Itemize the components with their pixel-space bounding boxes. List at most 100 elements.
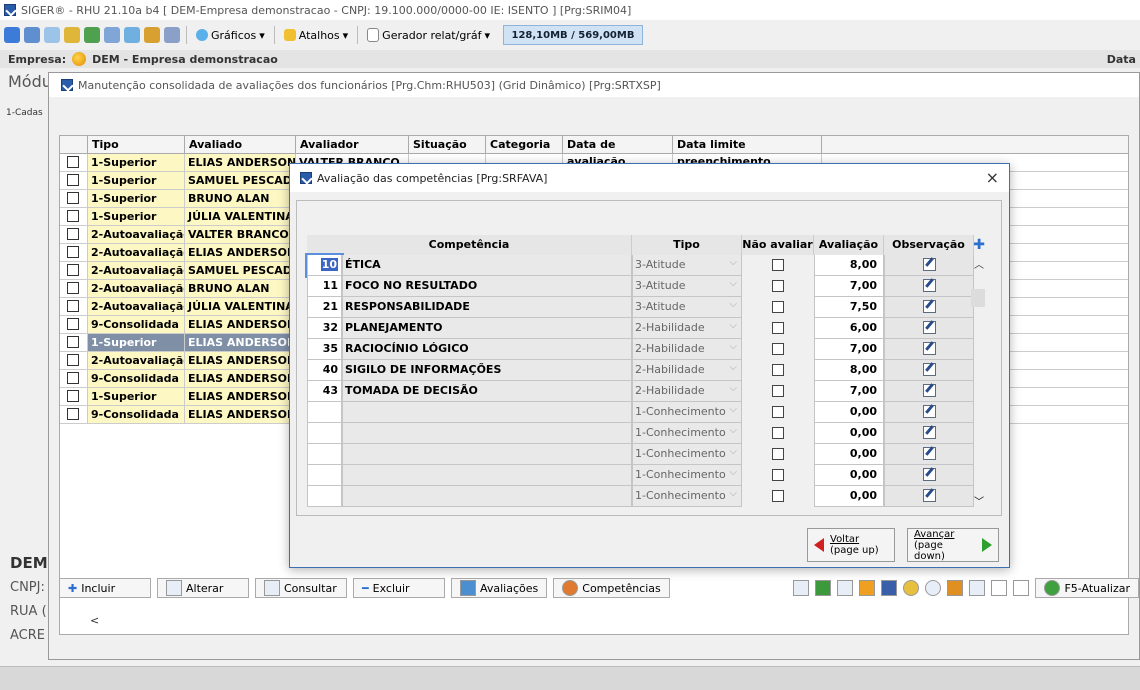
edit-note-icon[interactable] [922, 489, 936, 502]
row-select[interactable] [60, 262, 88, 279]
coin-icon[interactable] [903, 580, 920, 596]
row-select[interactable] [60, 280, 88, 297]
gerador-menu[interactable]: Gerador relat/gráf ▾ [364, 28, 493, 42]
scroll-left-icon[interactable]: < [90, 614, 99, 627]
edit-note-icon[interactable] [922, 384, 936, 397]
settings-tree-icon[interactable] [44, 27, 60, 43]
competencia-row[interactable]: 40SIGILO DE INFORMAÇÕES2-Habilidade 8,00 [307, 360, 987, 381]
competencia-code-input[interactable] [307, 402, 342, 423]
row-checkbox[interactable] [67, 336, 79, 348]
competencia-code-input[interactable]: 35 [307, 339, 342, 360]
competencia-code-input[interactable] [307, 465, 342, 486]
consultar-button[interactable]: Consultar [255, 578, 347, 598]
edit-note-icon[interactable] [922, 342, 936, 355]
avaliacoes-button[interactable]: Avaliações [451, 578, 548, 598]
avaliacao-input[interactable]: 0,00 [814, 465, 884, 486]
avancar-button[interactable]: Avançar (page down) [907, 528, 999, 562]
edit-note-icon[interactable] [922, 258, 936, 271]
row-checkbox[interactable] [67, 246, 79, 258]
row-select[interactable] [60, 352, 88, 369]
row-checkbox[interactable] [67, 372, 79, 384]
scroll-thumb[interactable] [971, 289, 985, 307]
tipo-select[interactable]: 3-Atitude [632, 276, 742, 297]
row-select[interactable] [60, 154, 88, 171]
excluir-button[interactable]: ━ Excluir [353, 578, 445, 598]
row-select[interactable] [60, 244, 88, 261]
nao-avaliar-checkbox[interactable] [772, 427, 784, 439]
row-checkbox[interactable] [67, 354, 79, 366]
calculator-icon[interactable] [24, 27, 40, 43]
avaliacao-input[interactable]: 7,00 [814, 276, 884, 297]
tipo-select[interactable]: 3-Atitude [632, 297, 742, 318]
grid-header-avaliador[interactable]: Avaliador [296, 136, 409, 153]
check-all-icon[interactable] [991, 580, 1008, 596]
nao-avaliar-checkbox[interactable] [772, 364, 784, 376]
report-icon[interactable] [859, 580, 876, 596]
chat-icon[interactable] [124, 27, 140, 43]
link-icon[interactable] [793, 580, 810, 596]
grid-header-avaliado[interactable]: Avaliado [185, 136, 296, 153]
scroll-up-icon[interactable]: ︿ [971, 256, 987, 271]
cube-icon[interactable] [947, 580, 964, 596]
avaliacao-input[interactable]: 8,00 [814, 255, 884, 276]
scroll-down-icon[interactable]: ﹀ [971, 493, 987, 508]
row-checkbox[interactable] [67, 318, 79, 330]
avaliacao-input[interactable]: 8,00 [814, 360, 884, 381]
edit-note-icon[interactable] [922, 468, 936, 481]
competencia-row[interactable]: 35RACIOCÍNIO LÓGICO2-Habilidade 7,00 [307, 339, 987, 360]
document-icon[interactable] [837, 580, 854, 596]
competencia-row[interactable]: 1-Conhecimento 0,00 [307, 465, 987, 486]
edit-note-icon[interactable] [922, 426, 936, 439]
tipo-select[interactable]: 2-Habilidade [632, 339, 742, 360]
atualizar-button[interactable]: F5-Atualizar [1035, 578, 1139, 598]
tipo-select[interactable]: 2-Habilidade [632, 318, 742, 339]
row-checkbox[interactable] [67, 300, 79, 312]
row-checkbox[interactable] [67, 192, 79, 204]
nao-avaliar-checkbox[interactable] [772, 406, 784, 418]
alterar-button[interactable]: Alterar [157, 578, 249, 598]
edit-note-icon[interactable] [922, 300, 936, 313]
row-select[interactable] [60, 406, 88, 423]
competencia-row[interactable]: 32PLANEJAMENTO2-Habilidade 6,00 [307, 318, 987, 339]
row-select[interactable] [60, 388, 88, 405]
nao-avaliar-checkbox[interactable] [772, 322, 784, 334]
avaliacao-input[interactable]: 6,00 [814, 318, 884, 339]
row-select[interactable] [60, 190, 88, 207]
row-select[interactable] [60, 370, 88, 387]
competencia-row[interactable]: 1-Conhecimento 0,00 [307, 423, 987, 444]
avaliacao-input[interactable]: 7,00 [814, 339, 884, 360]
row-checkbox[interactable] [67, 228, 79, 240]
grid-header-data-limite[interactable]: Data limite preenchimento [673, 136, 822, 168]
edit-note-icon[interactable] [922, 447, 936, 460]
nao-avaliar-checkbox[interactable] [772, 301, 784, 313]
mail-icon[interactable] [104, 27, 120, 43]
competencia-row[interactable]: 43TOMADA DE DECISÃO2-Habilidade 7,00 [307, 381, 987, 402]
uncheck-all-icon[interactable] [1013, 580, 1030, 596]
back-icon[interactable] [4, 27, 20, 43]
competencia-code-input[interactable] [307, 444, 342, 465]
nao-avaliar-checkbox[interactable] [772, 343, 784, 355]
avaliacao-input[interactable]: 0,00 [814, 486, 884, 507]
row-select[interactable] [60, 334, 88, 351]
competencia-row[interactable]: 1-Conhecimento 0,00 [307, 486, 987, 507]
grid-header-categoria[interactable]: Categoria [486, 136, 563, 153]
row-checkbox[interactable] [67, 174, 79, 186]
avaliacao-input[interactable]: 7,00 [814, 381, 884, 402]
competencia-row[interactable]: 1-Conhecimento 0,00 [307, 444, 987, 465]
tipo-select[interactable]: 1-Conhecimento [632, 423, 742, 444]
tipo-select[interactable]: 3-Atitude [632, 255, 742, 276]
row-checkbox[interactable] [67, 264, 79, 276]
competencias-button[interactable]: Competências [553, 578, 670, 598]
competencia-row[interactable]: 10ÉTICA3-Atitude 8,00 [305, 253, 987, 278]
row-select[interactable] [60, 316, 88, 333]
nao-avaliar-checkbox[interactable] [772, 469, 784, 481]
competencia-code-input[interactable]: 10 [305, 253, 344, 278]
nao-avaliar-checkbox[interactable] [772, 280, 784, 292]
tipo-select[interactable]: 1-Conhecimento [632, 402, 742, 423]
nao-avaliar-checkbox[interactable] [772, 448, 784, 460]
add-row-icon[interactable]: ✚ [973, 237, 985, 253]
grid-header-data-avaliacao[interactable]: Data de avaliação [563, 136, 673, 168]
row-select[interactable] [60, 172, 88, 189]
tipo-select[interactable]: 2-Habilidade [632, 381, 742, 402]
network-icon[interactable] [64, 27, 80, 43]
